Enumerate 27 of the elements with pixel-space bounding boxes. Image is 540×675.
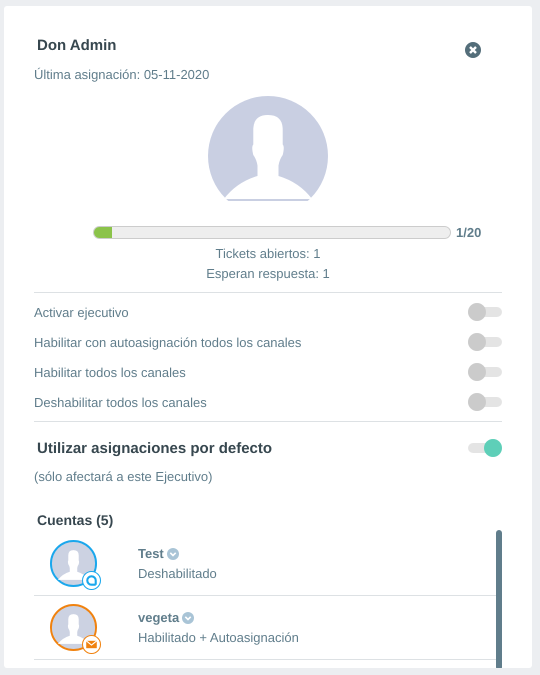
awaiting-reply: Esperan respuesta: 1 — [206, 266, 330, 281]
chevron-down-icon[interactable] — [182, 612, 194, 624]
envelope-icon — [82, 635, 101, 654]
toggle-switch[interactable] — [468, 438, 502, 458]
chat-channel-icon — [82, 571, 101, 590]
toggle-switch[interactable] — [468, 332, 502, 352]
setting-label: Habilitar con autoasignación todos los canales — [34, 334, 302, 350]
progress-reading: 1/20 — [456, 225, 482, 240]
account-name: vegeta — [138, 610, 180, 625]
section-title: Cuentas (5) — [37, 512, 114, 528]
setting-note: (sólo afectará a este Ejecutivo) — [34, 469, 214, 484]
setting-label: Deshabilitar todos los canales — [34, 394, 207, 410]
account-name: Test — [138, 546, 164, 561]
toggle-switch[interactable] — [468, 362, 502, 382]
setting-label: Activar ejecutivo — [34, 304, 129, 320]
scrollbar[interactable] — [496, 530, 502, 668]
account-status: Habilitado + Autoasignación — [138, 630, 299, 645]
setting-label: Utilizar asignaciones por defecto — [37, 440, 272, 456]
chevron-down-icon[interactable] — [166, 548, 179, 560]
open-tickets: Tickets abiertos: 1 — [215, 246, 320, 261]
toggle-switch[interactable] — [468, 302, 502, 322]
agent-name: Don Admin — [37, 37, 116, 56]
last-assignment: Última asignación: 05-11-2020 — [34, 67, 210, 82]
toggle-switch[interactable] — [468, 392, 502, 412]
account-status: Deshabilitado — [138, 566, 217, 581]
close-icon[interactable] — [465, 42, 481, 58]
setting-label: Habilitar todos los canales — [34, 364, 186, 380]
